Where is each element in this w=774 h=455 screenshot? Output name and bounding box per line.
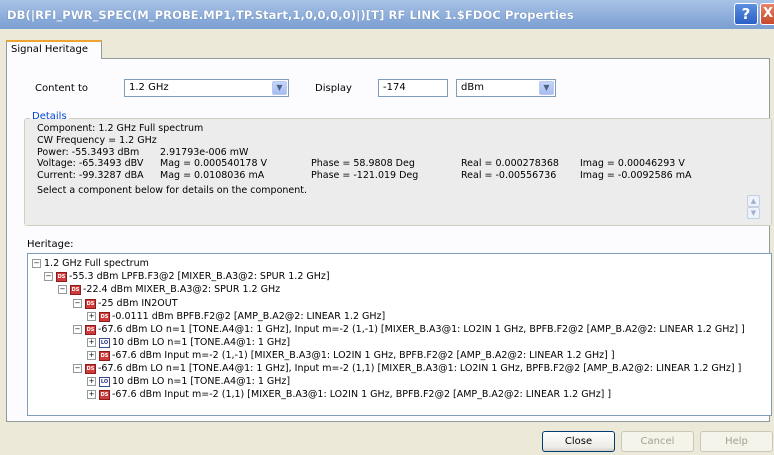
details-power-mw: 2.91793e-006 mW (160, 147, 249, 158)
collapse-icon[interactable]: − (73, 364, 82, 373)
lo-icon: LO (99, 337, 110, 348)
details-cw-frequency: CW Frequency = 1.2 GHz (37, 135, 157, 146)
tree-node-label: -67.6 dBm LO n=1 [TONE.A4@1: 1 GHz], Inp… (98, 324, 745, 335)
expand-icon[interactable]: + (87, 390, 96, 399)
tree-node[interactable]: + LO 10 dBm LO n=1 [TONE.A4@1: 1 GHz] (87, 336, 290, 349)
unit-select[interactable]: dBm ▼ (456, 79, 556, 97)
display-value-input[interactable]: -174 (378, 79, 448, 97)
details-current-real: Real = -0.00556736 (461, 170, 557, 181)
details-current-mag: Mag = 0.0108036 mA (160, 170, 265, 181)
tree-node[interactable]: −1.2 GHz Full spectrum (32, 257, 149, 270)
details-current-imag: Imag = -0.0092586 mA (580, 170, 692, 181)
heritage-tree[interactable]: −1.2 GHz Full spectrum − DS -55.3 dBm LPFB… (27, 253, 772, 416)
tree-node[interactable]: − DS -25 dBm IN2OUT (73, 297, 178, 310)
ds-icon: DS (85, 298, 96, 309)
collapse-icon[interactable]: − (58, 285, 67, 294)
tree-node-label: -55.3 dBm LPFB.F3@2 [MIXER_B.A3@2: SPUR … (69, 271, 330, 282)
display-label: Display (315, 83, 352, 94)
tree-node-label: -25 dBm IN2OUT (98, 298, 178, 309)
tree-node-label: -22.4 dBm MIXER_B.A3@2: SPUR 1.2 GHz (83, 284, 281, 295)
collapse-icon[interactable]: − (73, 299, 82, 308)
tab-signal-heritage[interactable]: Signal Heritage (6, 40, 102, 59)
tree-node[interactable]: + DS -0.0111 dBm BPFB.F2@2 [AMP_B.A2@2: LI… (87, 310, 385, 323)
tree-node[interactable]: + DS -67.6 dBm Input m=-2 (1,1) [MIXER_B.A… (87, 388, 611, 401)
expand-icon[interactable]: + (87, 338, 96, 347)
ds-icon: DS (70, 284, 81, 295)
content-to-label: Content to (35, 83, 88, 94)
help-icon[interactable]: ? (734, 3, 758, 25)
ds-icon: DS (99, 311, 110, 322)
details-current-phase: Phase = -121.019 Deg (311, 170, 419, 181)
tree-node-label: -67.6 dBm LO n=1 [TONE.A4@1: 1 GHz], Inp… (98, 363, 742, 374)
ds-icon: DS (99, 389, 110, 400)
collapse-icon[interactable]: − (44, 272, 53, 281)
details-component: Component: 1.2 GHz Full spectrum (37, 123, 204, 134)
unit-value: dBm (461, 82, 484, 93)
tree-node[interactable]: − DS -67.6 dBm LO n=1 [TONE.A4@1: 1 GHz], … (73, 362, 741, 375)
tree-node-label: 10 dBm LO n=1 [TONE.A4@1: 1 GHz] (112, 337, 291, 348)
content-to-value: 1.2 GHz (129, 82, 169, 93)
tree-node-label: -0.0111 dBm BPFB.F2@2 [AMP_B.A2@2: LINEA… (112, 311, 386, 322)
tree-node[interactable]: − DS -67.6 dBm LO n=1 [TONE.A4@1: 1 GHz], … (73, 323, 745, 336)
details-voltage-phase: Phase = 58.9808 Deg (311, 158, 415, 169)
help-button[interactable]: Help (700, 431, 773, 452)
chevron-down-icon[interactable]: ▼ (539, 81, 554, 95)
cancel-button[interactable]: Cancel (621, 431, 694, 452)
details-hint: Select a component below for details on … (37, 185, 308, 196)
expand-icon[interactable]: + (87, 312, 96, 321)
tree-node-label: 1.2 GHz Full spectrum (44, 258, 149, 269)
close-button[interactable]: Close (542, 431, 615, 452)
details-current: Current: -99.3287 dBA (37, 170, 144, 181)
details-voltage-imag: Imag = 0.00046293 V (580, 158, 685, 169)
details-voltage-mag: Mag = 0.000540178 V (160, 158, 268, 169)
expand-icon[interactable]: + (87, 377, 96, 386)
ds-icon: DS (99, 350, 110, 361)
lo-icon: LO (99, 376, 110, 387)
ds-icon: DS (56, 271, 67, 282)
tree-node[interactable]: − DS -55.3 dBm LPFB.F3@2 [MIXER_B.A3@2: SP… (44, 270, 330, 283)
tree-node-label: -67.6 dBm Input m=-2 (1,-1) [MIXER_B.A3@… (112, 350, 615, 361)
details-voltage: Voltage: -65.3493 dBV (37, 158, 144, 169)
tree-node[interactable]: − DS -22.4 dBm MIXER_B.A3@2: SPUR 1.2 GHz (58, 283, 280, 296)
scroll-down-icon[interactable]: ▼ (747, 207, 760, 219)
tree-node-label: 10 dBm LO n=1 [TONE.A4@1: 1 GHz] (112, 376, 291, 387)
tree-node-label: -67.6 dBm Input m=-2 (1,1) [MIXER_B.A3@1… (112, 389, 612, 400)
tree-node[interactable]: + DS -67.6 dBm Input m=-2 (1,-1) [MIXER_B.… (87, 349, 615, 362)
scroll-up-icon[interactable]: ▲ (747, 195, 760, 207)
window-title: DB(|RFI_PWR_SPEC(M_PROBE.MP1,TP.Start,1,… (7, 8, 574, 22)
content-to-select[interactable]: 1.2 GHz ▼ (124, 79, 289, 97)
chevron-down-icon[interactable]: ▼ (272, 81, 287, 95)
title-bar[interactable]: DB(|RFI_PWR_SPEC(M_PROBE.MP1,TP.Start,1,… (0, 0, 774, 29)
ds-icon: DS (85, 324, 96, 335)
ds-icon: DS (85, 363, 96, 374)
details-power: Power: -55.3493 dBm (37, 147, 140, 158)
tree-node[interactable]: + LO 10 dBm LO n=1 [TONE.A4@1: 1 GHz] (87, 375, 290, 388)
collapse-icon[interactable]: − (32, 259, 41, 268)
close-icon[interactable]: X (760, 3, 774, 25)
expand-icon[interactable]: + (87, 351, 96, 360)
collapse-icon[interactable]: − (73, 325, 82, 334)
heritage-label: Heritage: (27, 239, 74, 250)
details-voltage-real: Real = 0.000278368 (461, 158, 559, 169)
